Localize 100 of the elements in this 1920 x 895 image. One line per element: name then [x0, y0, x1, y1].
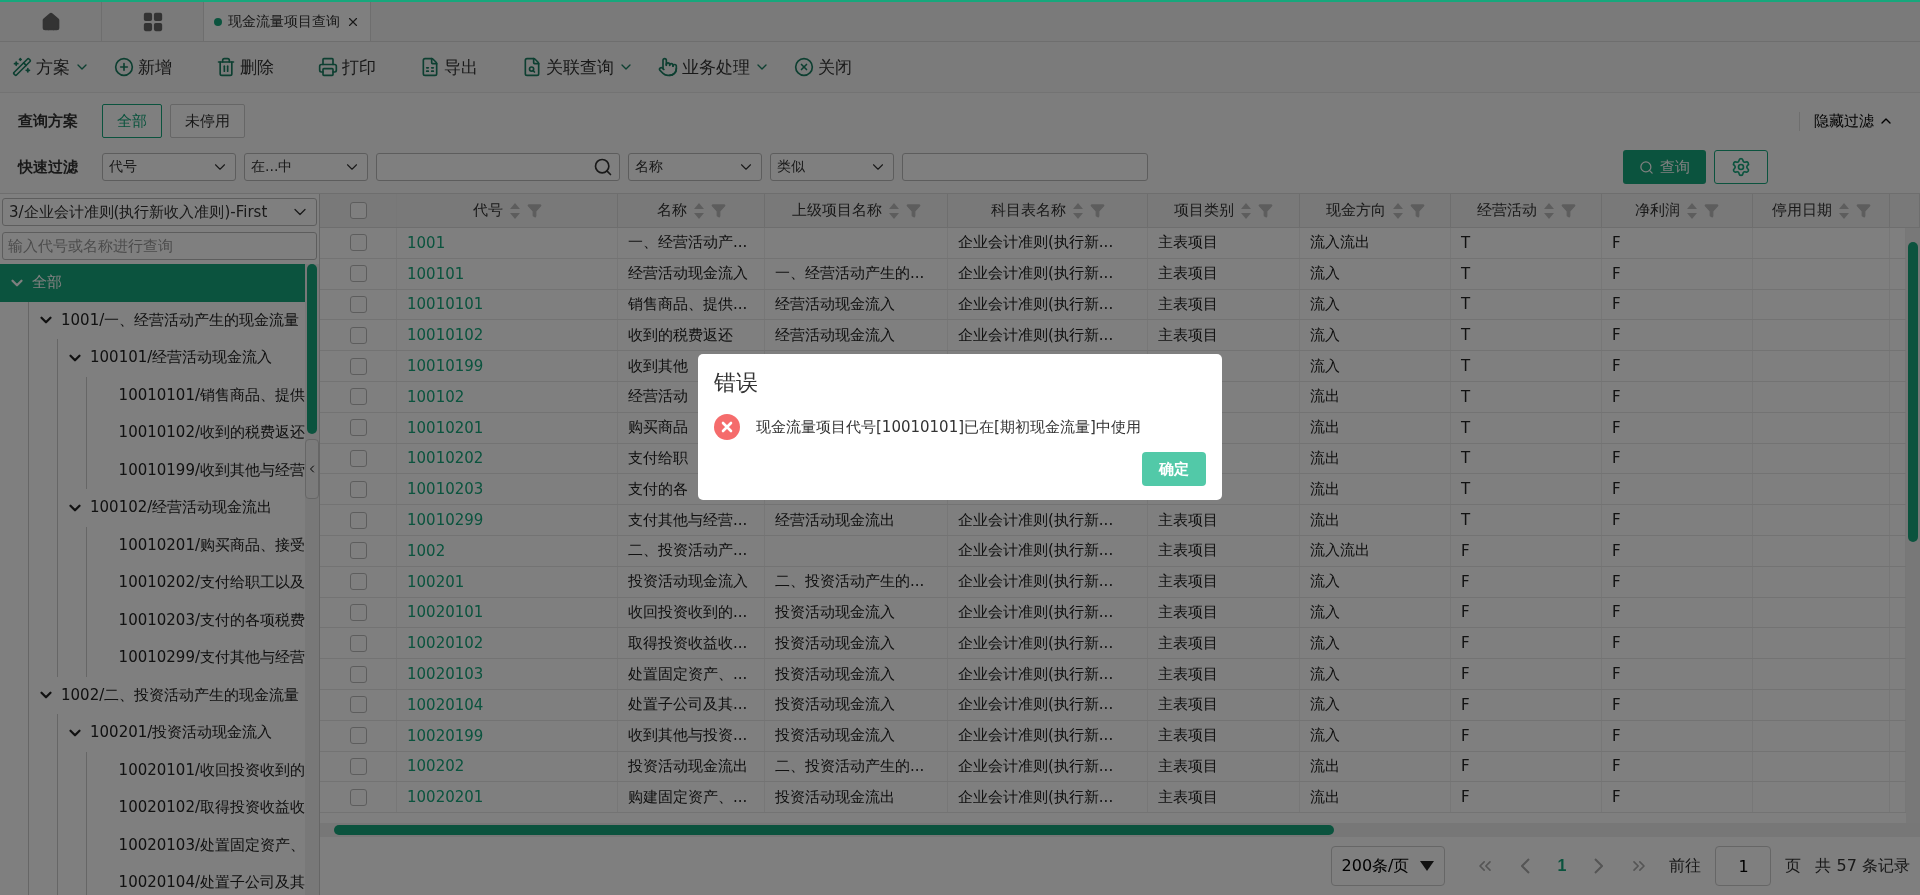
table-cell[interactable]: 10020201 — [397, 782, 618, 813]
tree-item[interactable]: 100201/投资活动现金流入 — [58, 714, 305, 752]
checkbox[interactable] — [349, 234, 367, 252]
sort-icon[interactable] — [1240, 201, 1252, 220]
checkbox[interactable] — [349, 573, 367, 591]
toolbar-button[interactable]: 关联查询 — [522, 55, 652, 79]
sort-icon[interactable] — [1542, 201, 1555, 220]
tree-item[interactable]: 10020102/取得投资收益收 — [87, 789, 305, 827]
sort-icon[interactable] — [692, 201, 705, 220]
sort-icon[interactable] — [1837, 201, 1850, 220]
grid-icon[interactable] — [141, 10, 164, 33]
scrollbar[interactable] — [1906, 228, 1920, 823]
filter-icon[interactable] — [1704, 203, 1719, 218]
tree-item[interactable]: 10020101/收回投资收到的 — [87, 751, 305, 789]
table-cell[interactable]: 100101 — [397, 258, 618, 289]
filter-icon[interactable] — [1855, 203, 1871, 218]
filter-icon[interactable] — [710, 203, 726, 218]
column-header[interactable]: 代号 — [397, 194, 618, 227]
checkbox[interactable] — [349, 326, 367, 344]
sort-icon[interactable] — [887, 201, 900, 220]
toolbar-button[interactable]: 业务处理 — [658, 55, 788, 79]
checkbox[interactable] — [349, 511, 367, 529]
filter-icon[interactable] — [1089, 203, 1105, 218]
column-header[interactable]: 名称 — [618, 194, 765, 227]
scrollbar[interactable] — [320, 823, 1920, 837]
checkbox[interactable] — [349, 603, 367, 621]
sort-icon[interactable] — [508, 201, 521, 220]
checkbox[interactable] — [349, 202, 367, 219]
table-cell[interactable]: 10010101 — [397, 289, 618, 320]
filter-icon[interactable] — [1409, 203, 1425, 218]
tree-item[interactable]: 10020103/处置固定资产、 — [87, 826, 305, 864]
table-cell[interactable]: 10010202 — [397, 443, 618, 474]
checkbox[interactable] — [349, 419, 367, 437]
toolbar-button[interactable]: 新增 — [114, 55, 210, 79]
tree-item[interactable]: 1001/一、经营活动产生的现金流量 — [29, 301, 305, 339]
tree-item[interactable]: 10010201/购买商品、接受 — [87, 526, 305, 564]
table-cell[interactable]: 1001 — [397, 228, 618, 258]
toolbar-button[interactable]: 方案 — [12, 55, 108, 79]
checkbox[interactable] — [349, 265, 367, 283]
column-header[interactable]: 停用日期 — [1753, 194, 1890, 227]
table-cell[interactable]: 10020101 — [397, 597, 618, 628]
table-cell[interactable]: 10010299 — [397, 505, 618, 535]
table-cell[interactable]: 100201 — [397, 566, 618, 597]
column-header[interactable]: 上级项目名称 — [765, 194, 948, 227]
toolbar-button[interactable]: 导出 — [420, 55, 516, 79]
filter-icon[interactable] — [1258, 203, 1273, 218]
tree-item[interactable]: 100102/经营活动现金流出 — [58, 489, 305, 527]
search-field[interactable] — [376, 153, 620, 181]
query-button[interactable]: 查询 — [1623, 150, 1706, 184]
table-cell[interactable]: 10010199 — [397, 351, 618, 381]
filter-select[interactable]: 名称 — [628, 153, 762, 181]
sort-icon[interactable] — [1391, 201, 1404, 220]
tree-item[interactable]: 10010299/支付其他与经营 — [87, 639, 305, 677]
checkbox[interactable] — [349, 357, 367, 375]
table-cell[interactable]: 10020102 — [397, 628, 618, 659]
column-header[interactable]: 现金方向 — [1300, 194, 1451, 227]
table-cell[interactable]: 10020104 — [397, 689, 618, 720]
column-header[interactable]: 净利润 — [1602, 194, 1753, 227]
tree-item[interactable]: 10010203/支付的各项税费 — [87, 601, 305, 639]
checkbox[interactable] — [349, 788, 367, 806]
column-header[interactable]: 经营活动 — [1451, 194, 1602, 227]
column-header[interactable]: 科目表名称 — [948, 194, 1148, 227]
column-header[interactable]: 项目类别 — [1148, 194, 1300, 227]
checkbox[interactable] — [349, 757, 367, 775]
table-cell[interactable]: 1002 — [397, 535, 618, 566]
page-number[interactable]: 1 — [1549, 857, 1575, 875]
table-cell[interactable]: 10020103 — [397, 659, 618, 689]
table-cell[interactable]: 10010203 — [397, 474, 618, 505]
toolbar-button[interactable]: 关闭 — [794, 55, 890, 79]
table-cell[interactable]: 10010201 — [397, 412, 618, 443]
toolbar-button[interactable]: 删除 — [216, 55, 312, 79]
hide-filter-button[interactable]: 隐藏过滤 — [1799, 111, 1902, 131]
tree-item[interactable]: 10010199/收到其他与经营 — [87, 451, 305, 489]
checkbox[interactable] — [349, 665, 367, 683]
toolbar-button[interactable]: 打印 — [318, 55, 414, 79]
tree-item[interactable]: 10010202/支付给职工以及 — [87, 564, 305, 602]
table-cell[interactable]: 100202 — [397, 751, 618, 782]
checkbox[interactable] — [349, 542, 367, 560]
scheme-select[interactable]: 3/企业会计准则(执行新收入准则)-First — [2, 198, 317, 226]
scrollbar[interactable] — [305, 264, 319, 895]
filter-icon[interactable] — [905, 203, 921, 218]
tree-item[interactable]: 100101/经营活动现金流入 — [58, 339, 305, 377]
sort-icon[interactable] — [1686, 201, 1698, 220]
home-icon[interactable] — [40, 11, 61, 32]
filter-select[interactable]: 在...中 — [244, 153, 368, 181]
filter-select[interactable]: 代号 — [102, 153, 236, 181]
filter-icon[interactable] — [1560, 203, 1576, 218]
plan-button[interactable]: 全部 — [102, 104, 162, 138]
filter-icon[interactable] — [526, 203, 542, 218]
settings-button[interactable] — [1714, 150, 1768, 184]
page-size-select[interactable]: 200条/页 — [1330, 846, 1445, 886]
tree-item[interactable]: 10010102/收到的税费返还 — [87, 414, 305, 452]
filter-input[interactable] — [902, 153, 1148, 181]
checkbox[interactable] — [349, 296, 367, 313]
table-cell[interactable]: 10010102 — [397, 320, 618, 351]
checkbox[interactable] — [349, 634, 367, 652]
collapse-handle[interactable] — [305, 439, 319, 499]
checkbox[interactable] — [349, 388, 367, 406]
tab[interactable]: 现金流量项目查询 — [204, 2, 371, 41]
checkbox[interactable] — [349, 449, 367, 467]
